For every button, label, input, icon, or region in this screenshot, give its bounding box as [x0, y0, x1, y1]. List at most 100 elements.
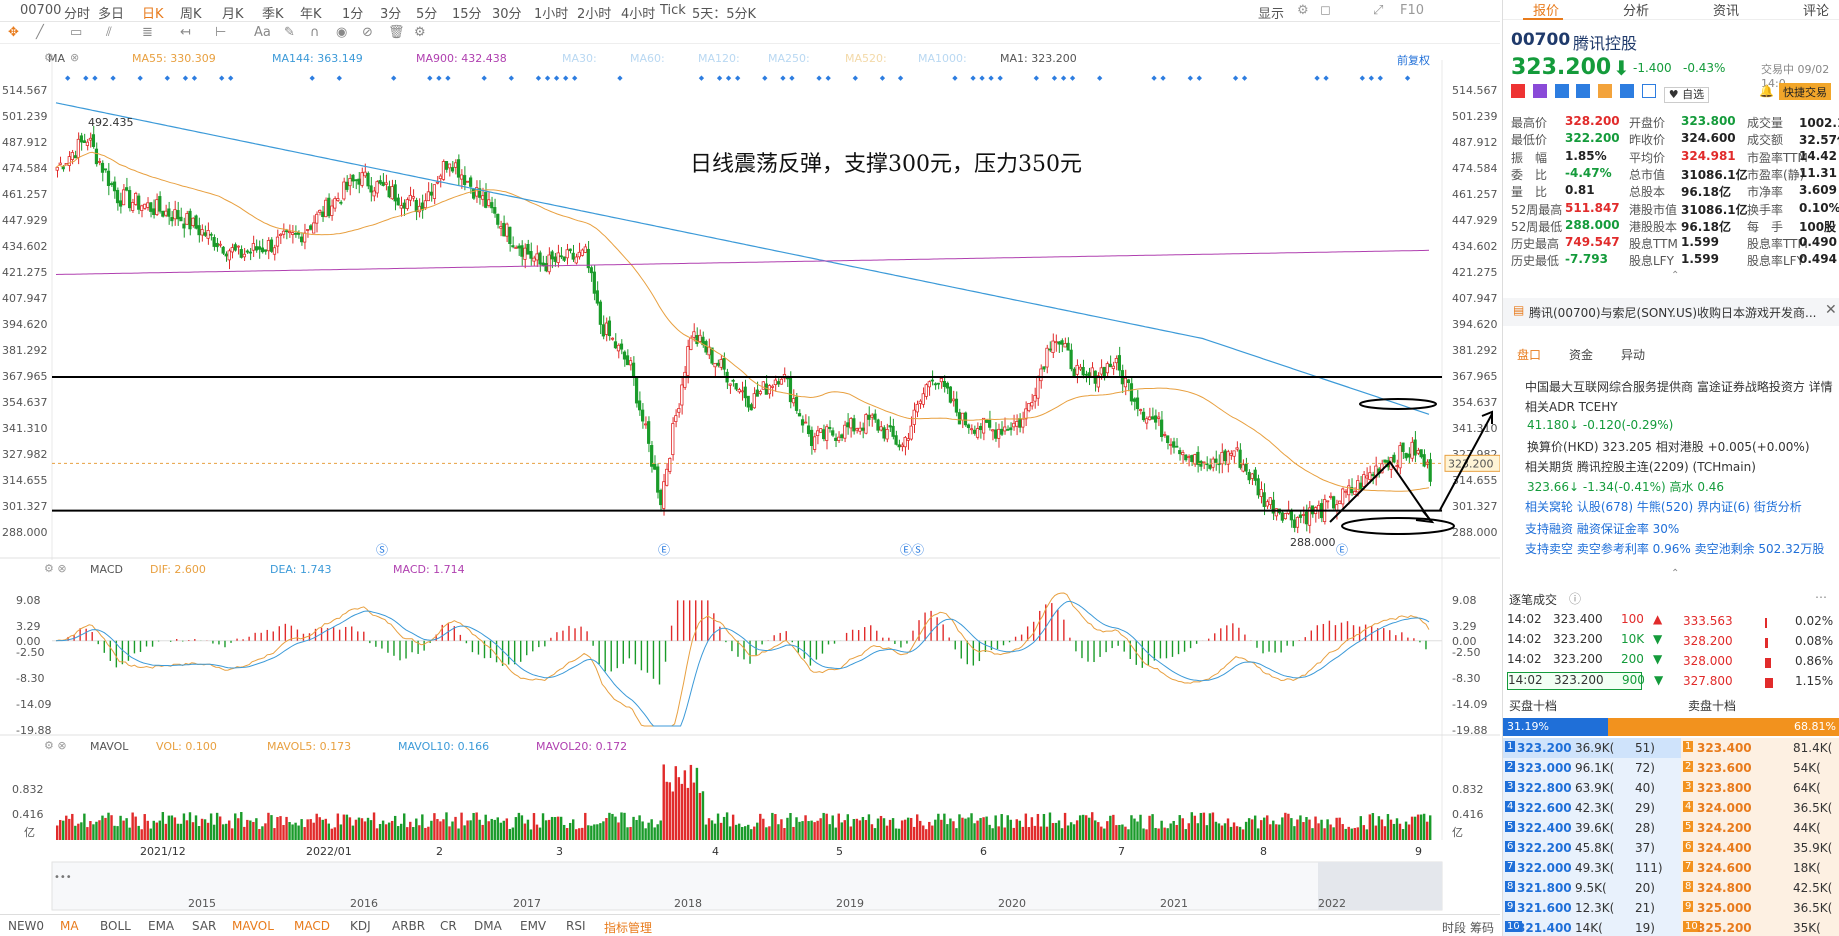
candle-body — [1401, 442, 1405, 452]
orderbook-row[interactable]: 8 321.800 9.5K(20) 8 324.800 42.5K( — [1503, 878, 1839, 898]
indicator-tab[interactable]: EMA — [148, 919, 174, 933]
volume-bar — [1030, 817, 1034, 840]
indicator-settings-icon[interactable]: ⚙ — [44, 51, 54, 64]
volume-bar — [511, 827, 515, 840]
orderbook-row[interactable]: 7 322.000 49.3K(111) 7 324.600 18K( — [1503, 858, 1839, 878]
info-line[interactable]: 支持卖空 卖空参考利率 0.96% 卖空池剩余 502.32万股 — [1525, 540, 1824, 557]
detail-subtab[interactable]: 盘口 — [1517, 346, 1541, 363]
detail-subtab[interactable]: 资金 — [1569, 346, 1593, 363]
fast-trade-button[interactable]: 快捷交易 — [1779, 83, 1831, 100]
indicator-tab[interactable]: EMV — [520, 919, 546, 933]
detail-subtab[interactable]: 异动 — [1621, 346, 1645, 363]
info-line[interactable]: 中国最大互联网综合服务提供商 富途证券战略投资方 详情 — [1525, 378, 1833, 395]
info-line[interactable]: 支持融资 融资保证金率 30% — [1525, 520, 1679, 537]
orderbook-row[interactable]: 3 322.800 63.9K(40) 3 323.800 64K( — [1503, 778, 1839, 798]
orderbook-row[interactable]: 2 323.000 96.1K(72) 2 323.600 54K( — [1503, 758, 1839, 778]
ma-legend-item[interactable]: MA1: 323.200 — [1000, 52, 1077, 65]
ma-legend-item[interactable]: MA55: 330.309 — [132, 52, 216, 65]
macd-tick-left: -14.09 — [16, 698, 51, 711]
bottom-right-item[interactable]: 筹码 — [1470, 919, 1494, 936]
ma-legend-item[interactable]: MA60: — [630, 52, 665, 65]
ask-pct: 68.81% — [1794, 720, 1836, 733]
collapse-chevron-icon[interactable]: ⌃ — [1671, 568, 1679, 579]
macd-label[interactable]: MACD — [90, 563, 123, 576]
indicator-tab[interactable]: DMA — [474, 919, 502, 933]
info-line[interactable]: 相关期货 腾讯控股主连(2209) (TCHmain) — [1525, 458, 1756, 475]
info-line[interactable]: 换算价(HKD) 323.205 相对港股 +0.005(+0.00%) — [1527, 438, 1810, 455]
volume-bar — [689, 764, 693, 840]
close-news-icon[interactable]: ✕ — [1825, 302, 1837, 318]
ma-legend-item[interactable]: MA30: — [562, 52, 597, 65]
adjust-mode[interactable]: 前复权 — [1397, 52, 1430, 68]
volume-bar — [1395, 818, 1399, 840]
alert-bell-icon[interactable]: 🔔 — [1759, 84, 1774, 98]
news-headline[interactable]: 腾讯(00700)与索尼(SONY.US)收购日本游戏开发商... — [1529, 304, 1817, 321]
quote-tab[interactable]: 分析 — [1623, 0, 1649, 19]
more-icon[interactable]: ⋯ — [1815, 590, 1827, 604]
add-watchlist-button[interactable]: ♥ 自选 — [1663, 87, 1710, 103]
candle-body — [209, 233, 213, 236]
price-chart[interactable]: 514.567 514.567 501.239 501.239 487.912 487.9… — [0, 0, 1500, 914]
info-line[interactable]: 相关窝轮 认股(678) 牛熊(520) 界内证(6) 街货分析 — [1525, 498, 1802, 515]
indicator-close-icon[interactable]: ⊗ — [70, 51, 79, 64]
candle-body — [1193, 454, 1197, 465]
macd-settings-icon[interactable]: ⚙ ⊗ — [44, 562, 67, 575]
indicator-tab[interactable]: CR — [440, 919, 457, 933]
indicator-tab[interactable]: BOLL — [100, 919, 131, 933]
volume-bar — [698, 792, 702, 840]
indicator-tab[interactable]: SAR — [192, 919, 216, 933]
s-icon[interactable] — [1576, 84, 1591, 98]
quote-tab[interactable]: 评论 — [1803, 0, 1829, 19]
news-bar[interactable]: ▤ 腾讯(00700)与索尼(SONY.US)收购日本游戏开发商... ✕ — [1503, 298, 1839, 326]
info-line[interactable]: 相关ADR TCEHY — [1525, 398, 1618, 415]
chain-icon[interactable] — [1598, 84, 1613, 98]
candle-body — [855, 428, 859, 431]
candle-body — [840, 434, 844, 439]
orderbook-row[interactable]: 1 323.200 36.9K(51) 1 323.400 81.4K( — [1503, 738, 1839, 758]
info-line[interactable]: 41.180↓ -0.120(-0.29%) — [1527, 418, 1673, 432]
indicator-tab[interactable]: 指标管理 — [604, 919, 652, 936]
indicator-tab[interactable]: MA — [60, 919, 79, 933]
mavol-settings-icon[interactable]: ⚙ ⊗ — [44, 739, 67, 752]
tag-icon[interactable] — [1532, 84, 1547, 98]
indicator-tab[interactable]: KDJ — [350, 919, 371, 933]
note-icon[interactable] — [1641, 84, 1656, 98]
info-line[interactable]: 323.66↓ -1.34(-0.41%) 高水 0.46 — [1527, 478, 1724, 495]
orderbook-row[interactable]: 6 322.200 45.8K(37) 6 324.400 35.9K( — [1503, 838, 1839, 858]
collapse-chevron-icon[interactable]: ⌃ — [1671, 270, 1679, 281]
options-icon[interactable] — [1620, 84, 1635, 98]
indicator-tab[interactable]: RSI — [566, 919, 586, 933]
ma-legend-item[interactable]: MA144: 363.149 — [272, 52, 363, 65]
candle-body — [1126, 379, 1131, 384]
volume-bar — [1103, 828, 1106, 840]
orderbook-row[interactable]: 10 321.400 14K(19) 10 325.200 35K( — [1503, 918, 1839, 936]
volume-bar — [798, 821, 801, 840]
ask-level: 6 — [1683, 841, 1694, 852]
mavol-label[interactable]: MAVOL — [90, 740, 128, 753]
indicator-tab[interactable]: NEW0 — [8, 919, 44, 933]
quote-tab[interactable]: 报价 — [1533, 0, 1559, 19]
volume-bar — [668, 782, 671, 840]
ma-legend-item[interactable]: MA250: — [768, 52, 810, 65]
ma-legend-item[interactable]: MA1000: — [918, 52, 967, 65]
candle-body — [366, 172, 370, 187]
candle-body — [550, 251, 554, 260]
marker-diamond-icon: ◆ — [545, 74, 551, 82]
orderbook-row[interactable]: 5 322.400 39.6K(28) 5 324.200 44K( — [1503, 818, 1839, 838]
candle-body — [882, 427, 886, 439]
indicator-tab[interactable]: ARBR — [392, 919, 425, 933]
help-icon[interactable]: ⓘ — [1569, 590, 1581, 607]
ma-legend-item[interactable]: MA120: — [698, 52, 740, 65]
bottom-right-item[interactable]: 时段 — [1442, 919, 1466, 936]
volume-bar — [240, 812, 243, 840]
share-icon[interactable] — [1554, 84, 1569, 98]
quote-tab[interactable]: 资讯 — [1713, 0, 1739, 19]
candle-body — [526, 243, 530, 255]
ma-legend-item[interactable]: MA520: — [845, 52, 887, 65]
indicator-tab[interactable]: MAVOL — [232, 919, 274, 933]
candle-body — [378, 180, 382, 184]
ma-legend-item[interactable]: MA900: 432.438 — [416, 52, 507, 65]
orderbook-row[interactable]: 4 322.600 42.3K(29) 4 324.000 36.5K( — [1503, 798, 1839, 818]
orderbook-row[interactable]: 9 321.600 12.3K(21) 9 325.000 36.5K( — [1503, 898, 1839, 918]
indicator-tab[interactable]: MACD — [294, 919, 330, 933]
